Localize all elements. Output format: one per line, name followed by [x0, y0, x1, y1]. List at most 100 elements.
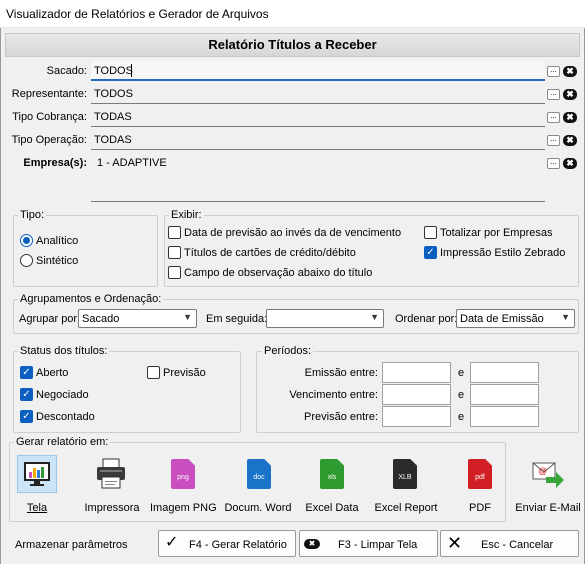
sacado-field[interactable]: TODOS	[91, 61, 545, 81]
excel-data-file-icon[interactable]: xls	[320, 459, 344, 489]
excel-report-label[interactable]: Excel Report	[370, 502, 442, 514]
totalizar-empresas-checkbox[interactable]	[424, 226, 437, 239]
png-label[interactable]: Imagem PNG	[150, 502, 217, 514]
vencimento-to-input[interactable]	[470, 384, 539, 405]
tipo-operacao-lookup-button[interactable]: ...	[547, 135, 560, 146]
aberto-checkbox[interactable]: ✓	[20, 366, 33, 379]
emissao-from-input[interactable]	[382, 362, 451, 383]
previsao-periodo-label: Previsão entre:	[304, 411, 378, 423]
sacado-label: Sacado:	[46, 65, 87, 77]
empresa-lookup-button[interactable]: ...	[547, 158, 560, 169]
excel-data-label[interactable]: Excel Data	[302, 502, 362, 514]
title-bar: Visualizador de Relatórios e Gerador de …	[0, 0, 585, 28]
zebrado-checkbox[interactable]: ✓	[424, 246, 437, 259]
periodos-group-title: Períodos:	[262, 345, 314, 357]
ordenar-value: Data de Emissão	[460, 313, 544, 325]
agrupamentos-group-title: Agrupamentos e Ordenação:	[18, 293, 164, 305]
svg-text:@: @	[538, 466, 547, 476]
analitico-label[interactable]: Analítico	[36, 235, 78, 247]
gerar-relatorio-button[interactable]: ✓ F4 - Gerar Relatório	[158, 530, 296, 557]
pdf-label[interactable]: PDF	[460, 502, 500, 514]
png-file-icon[interactable]: png	[171, 459, 195, 489]
tipo-cobranca-field[interactable]: TODAS	[91, 107, 545, 127]
empresa-clear-icon[interactable]: ✖	[563, 158, 577, 169]
chevron-down-icon: ▼	[183, 312, 192, 322]
em-seguida-select[interactable]: ▼	[266, 309, 384, 328]
tipo-operacao-field[interactable]: TODAS	[91, 130, 545, 150]
exibir-group-title: Exibir:	[169, 209, 204, 221]
empresa-item[interactable]: 1 - ADAPTIVE	[97, 157, 167, 169]
screen-chart-icon	[24, 462, 50, 486]
email-icon: @	[532, 462, 564, 488]
titulos-cartoes-checkbox[interactable]	[168, 246, 181, 259]
impressora-button[interactable]	[94, 457, 128, 491]
representante-clear-icon[interactable]: ✖	[563, 89, 577, 100]
sacado-lookup-button[interactable]: ...	[547, 66, 560, 77]
empresa-label: Empresa(s):	[23, 157, 87, 169]
cancelar-button[interactable]: ✕ Esc - Cancelar	[440, 530, 579, 557]
titulos-cartoes-label[interactable]: Títulos de cartões de crédito/débito	[184, 247, 356, 259]
emissao-to-input[interactable]	[470, 362, 539, 383]
tipo-operacao-label: Tipo Operação:	[11, 134, 87, 146]
descontado-label[interactable]: Descontado	[36, 411, 95, 423]
campo-observacao-checkbox[interactable]	[168, 266, 181, 279]
ordenar-label: Ordenar por:	[395, 313, 458, 325]
totalizar-empresas-label[interactable]: Totalizar por Empresas	[440, 227, 553, 239]
previsao-from-input[interactable]	[382, 406, 451, 427]
ordenar-select[interactable]: Data de Emissão ▼	[456, 309, 575, 328]
analitico-radio[interactable]	[20, 234, 33, 247]
tipo-operacao-clear-icon[interactable]: ✖	[563, 135, 577, 146]
data-previsao-checkbox[interactable]	[168, 226, 181, 239]
emissao-sep: e	[458, 367, 465, 379]
representante-field[interactable]: TODOS	[91, 84, 545, 104]
em-seguida-label: Em seguida:	[206, 313, 268, 325]
previsao-to-input[interactable]	[470, 406, 539, 427]
vencimento-from-input[interactable]	[382, 384, 451, 405]
emissao-label: Emissão entre:	[304, 367, 378, 379]
armazenar-parametros-link[interactable]: Armazenar parâmetros	[15, 539, 128, 551]
previsao-checkbox[interactable]	[147, 366, 160, 379]
enviar-email-button[interactable]: @	[530, 457, 566, 491]
tipo-cobranca-label: Tipo Cobrança:	[12, 111, 87, 123]
campo-observacao-label[interactable]: Campo de observação abaixo do título	[184, 267, 372, 279]
chevron-down-icon: ▼	[370, 312, 379, 322]
printer-icon	[97, 458, 125, 489]
sintetico-label[interactable]: Sintético	[36, 255, 78, 267]
data-previsao-label[interactable]: Data de previsão ao invés da de vencimen…	[184, 227, 401, 239]
word-file-icon[interactable]: doc	[247, 459, 271, 489]
aberto-label[interactable]: Aberto	[36, 367, 68, 379]
close-icon: ✕	[447, 533, 463, 553]
chevron-down-icon: ▼	[561, 312, 570, 322]
impressora-label[interactable]: Impressora	[80, 502, 144, 514]
window-title: Visualizador de Relatórios e Gerador de …	[6, 7, 269, 21]
pdf-file-icon[interactable]: pdf	[468, 459, 492, 489]
text-caret	[131, 64, 132, 77]
limpar-tela-button[interactable]: ✖ F3 - Limpar Tela	[299, 530, 438, 557]
excel-report-file-icon[interactable]: XLB	[393, 459, 417, 489]
sintetico-radio[interactable]	[20, 254, 33, 267]
agrupar-select[interactable]: Sacado ▼	[78, 309, 197, 328]
limpar-tela-label: F3 - Limpar Tela	[338, 539, 418, 551]
negociado-checkbox[interactable]: ✓	[20, 388, 33, 401]
zebrado-label[interactable]: Impressão Estilo Zebrado	[440, 247, 565, 259]
empresa-list[interactable]: 1 - ADAPTIVE	[91, 153, 545, 202]
agrupar-label: Agrupar por	[19, 313, 78, 325]
enviar-email-label[interactable]: Enviar E-Mail	[514, 502, 582, 514]
vencimento-label: Vencimento entre:	[289, 389, 378, 401]
status-group-title: Status dos títulos:	[18, 345, 110, 357]
sacado-clear-icon[interactable]: ✖	[563, 66, 577, 77]
tipo-group	[13, 215, 158, 287]
representante-lookup-button[interactable]: ...	[547, 89, 560, 100]
previsao-label[interactable]: Previsão	[163, 367, 206, 379]
word-label[interactable]: Docum. Word	[222, 502, 294, 514]
negociado-label[interactable]: Negociado	[36, 389, 89, 401]
tela-label[interactable]: Tela	[17, 502, 57, 514]
report-header: Relatório Títulos a Receber	[5, 33, 580, 57]
vencimento-sep: e	[458, 389, 465, 401]
representante-label: Representante:	[11, 88, 87, 100]
descontado-checkbox[interactable]: ✓	[20, 410, 33, 423]
tipo-cobranca-lookup-button[interactable]: ...	[547, 112, 560, 123]
cancelar-label: Esc - Cancelar	[481, 539, 554, 551]
tipo-cobranca-clear-icon[interactable]: ✖	[563, 112, 577, 123]
tela-button[interactable]	[17, 455, 57, 493]
